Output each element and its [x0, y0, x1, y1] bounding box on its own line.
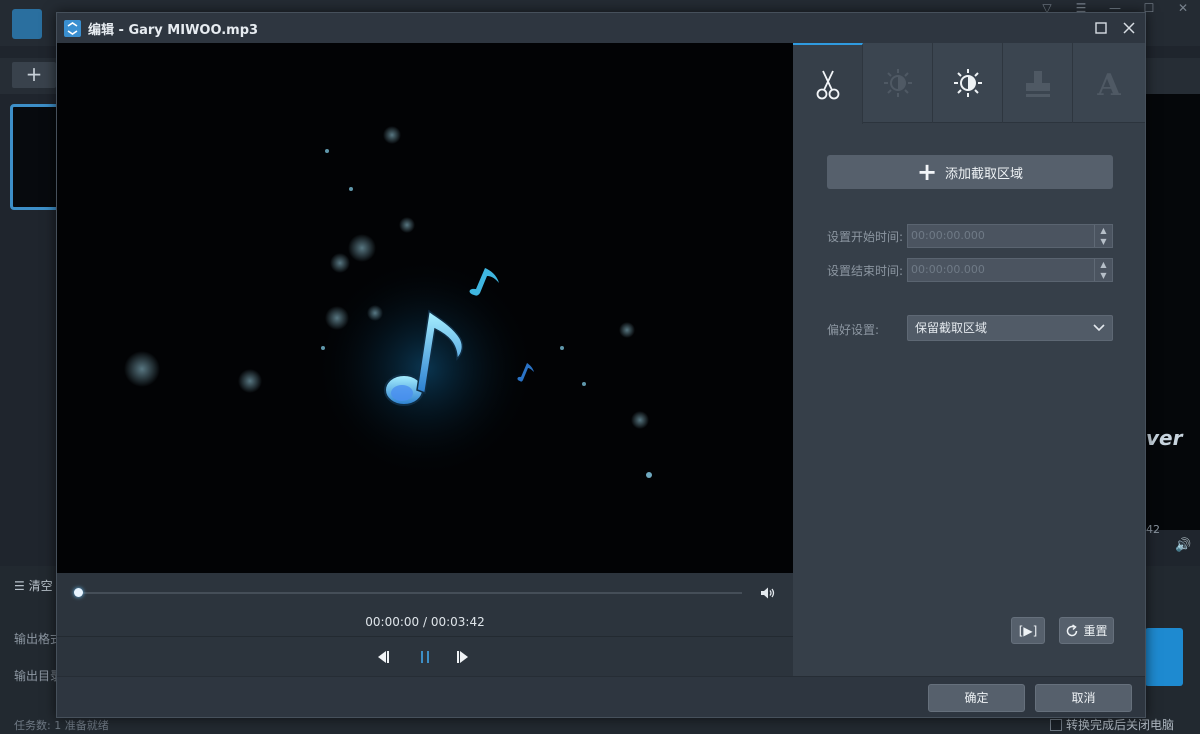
dialog-footer: 确定 取消: [57, 676, 1145, 717]
reset-button[interactable]: 重置: [1059, 617, 1114, 644]
add-file-button[interactable]: +: [12, 62, 56, 88]
main-preview: [1145, 94, 1200, 530]
pause-icon[interactable]: [417, 649, 433, 665]
file-thumbnail[interactable]: [10, 104, 60, 210]
ok-button[interactable]: 确定: [928, 684, 1025, 712]
plus-icon: +: [916, 158, 938, 186]
edit-dialog: 编辑 - Gary MIWOO.mp3 00:00:00 / 00:03:42 …: [56, 12, 1146, 718]
progress-track[interactable]: [78, 592, 742, 594]
preview-clip-button[interactable]: [▶]: [1011, 617, 1045, 644]
tab-watermark[interactable]: [1003, 43, 1073, 123]
preview-watermark: ver: [1146, 426, 1183, 450]
dialog-titlebar: 编辑 - Gary MIWOO.mp3: [57, 13, 1145, 43]
close-icon[interactable]: [1119, 18, 1139, 38]
convert-button[interactable]: [1145, 628, 1183, 686]
add-region-button[interactable]: + 添加截取区域: [827, 155, 1113, 189]
increment-icon[interactable]: ▲: [1095, 259, 1112, 270]
tab-adjust[interactable]: [933, 43, 1003, 123]
stamp-icon: [1025, 71, 1050, 97]
progress-knob[interactable]: [74, 588, 83, 597]
start-time-input[interactable]: 00:00:00.000 ▲ ▼: [907, 224, 1113, 248]
start-time-label: 设置开始时间:: [827, 230, 904, 244]
time-display: 00:00:00 / 00:03:42: [365, 615, 485, 629]
text-icon: A: [1096, 68, 1121, 99]
decrement-icon[interactable]: ▼: [1095, 270, 1112, 281]
output-dir-label: 输出目录: [14, 669, 63, 683]
volume-icon[interactable]: 🔊: [1175, 538, 1191, 553]
volume-icon[interactable]: [759, 584, 777, 602]
video-preview: [57, 43, 793, 573]
preference-value: 保留截取区域: [915, 321, 988, 335]
svg-text:A: A: [1096, 68, 1121, 99]
edit-tabs: A: [793, 43, 1145, 124]
music-note-artwork: [124, 126, 652, 478]
close-icon[interactable]: ✕: [1166, 0, 1200, 18]
brightness-high-icon: [953, 69, 982, 97]
end-time-spinner[interactable]: ▲ ▼: [1094, 259, 1112, 281]
add-region-label: 添加截取区域: [945, 166, 1024, 182]
shutdown-checkbox[interactable]: [1050, 718, 1062, 731]
end-time-label: 设置结束时间:: [827, 264, 904, 278]
chevron-down-icon: [1093, 324, 1105, 332]
output-format-label: 输出格式: [14, 632, 63, 646]
next-frame-icon[interactable]: [455, 649, 471, 665]
shutdown-label: 转换完成后关闭电脑: [1066, 718, 1175, 732]
controls-divider: [57, 636, 793, 637]
end-time-value: 00:00:00.000: [911, 263, 985, 276]
brightness-low-icon: [883, 69, 912, 97]
start-time-spinner[interactable]: ▲ ▼: [1094, 225, 1112, 247]
end-time-input[interactable]: 00:00:00.000 ▲ ▼: [907, 258, 1113, 282]
shutdown-option[interactable]: 转换完成后关闭电脑: [1050, 716, 1174, 733]
cancel-button[interactable]: 取消: [1035, 684, 1132, 712]
clear-button[interactable]: ☰ 清空: [14, 577, 53, 594]
preview-time: 42: [1146, 523, 1160, 536]
reset-label: 重置: [1083, 624, 1108, 638]
dialog-title: 编辑 - Gary MIWOO.mp3: [88, 23, 259, 38]
refresh-icon: [1067, 623, 1078, 636]
scissors-icon: [816, 70, 839, 99]
maximize-icon[interactable]: [1091, 19, 1111, 37]
player-controls: 00:00:00 / 00:03:42: [57, 573, 793, 676]
tab-subtitle[interactable]: A: [1073, 43, 1145, 123]
start-time-value: 00:00:00.000: [911, 229, 985, 242]
status-text: 任务数: 1 准备就绪: [14, 719, 109, 732]
app-logo: [12, 9, 42, 39]
preference-select[interactable]: 保留截取区域: [907, 315, 1113, 341]
app-icon: [64, 20, 81, 37]
increment-icon[interactable]: ▲: [1095, 225, 1112, 236]
decrement-icon[interactable]: ▼: [1095, 236, 1112, 247]
tab-effect[interactable]: [863, 43, 933, 123]
preference-label: 偏好设置:: [827, 323, 880, 337]
edit-panel: A + 添加截取区域 设置开始时间: 00:00:00.000 ▲ ▼ 设置结束…: [793, 43, 1145, 676]
tab-trim[interactable]: [793, 43, 863, 124]
previous-frame-icon[interactable]: [375, 649, 391, 665]
